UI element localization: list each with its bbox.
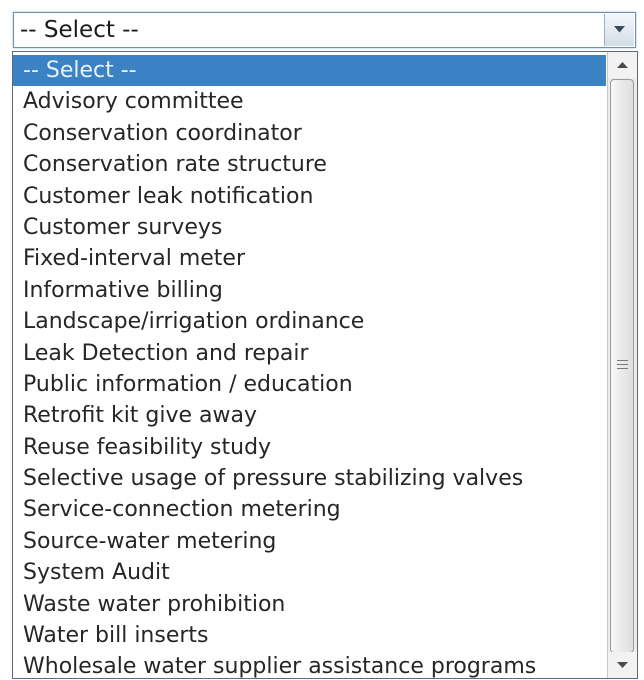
- select-current-value: -- Select --: [20, 17, 139, 43]
- arrow-down-icon: [617, 662, 628, 668]
- dropdown-option[interactable]: Public information / education: [13, 369, 606, 400]
- dropdown-option[interactable]: Fixed-interval meter: [13, 243, 606, 274]
- dropdown-option[interactable]: Advisory committee: [13, 86, 606, 117]
- grip-icon: [617, 360, 628, 372]
- arrow-up-icon: [617, 62, 628, 68]
- dropdown-option[interactable]: Customer leak notification: [13, 181, 606, 212]
- option-list: -- Select -- Advisory committee Conservati…: [13, 55, 606, 678]
- dropdown-option[interactable]: Customer surveys: [13, 212, 606, 243]
- dropdown-option[interactable]: Conservation coordinator: [13, 118, 606, 149]
- dropdown-option[interactable]: Source-water metering: [13, 526, 606, 557]
- select-arrow-button[interactable]: [604, 14, 634, 46]
- dropdown-list: -- Select -- Advisory committee Conservati…: [12, 51, 638, 679]
- dropdown-option[interactable]: Landscape/irrigation ordinance: [13, 306, 606, 337]
- dropdown-option[interactable]: Wholesale water supplier assistance prog…: [13, 651, 606, 678]
- dropdown-option[interactable]: Selective usage of pressure stabilizing …: [13, 463, 606, 494]
- dropdown-option[interactable]: Waste water prohibition: [13, 589, 606, 620]
- scroll-down-button[interactable]: [608, 652, 637, 678]
- scroll-thumb[interactable]: [610, 79, 634, 653]
- dropdown-option[interactable]: Retrofit kit give away: [13, 400, 606, 431]
- chevron-down-icon: [614, 26, 625, 33]
- dropdown-option[interactable]: -- Select --: [13, 55, 606, 87]
- select-dropdown[interactable]: -- Select --: [13, 12, 636, 48]
- scroll-up-button[interactable]: [608, 52, 637, 78]
- dropdown-option[interactable]: Reuse feasibility study: [13, 432, 606, 463]
- scrollbar[interactable]: [607, 52, 637, 678]
- dropdown-option[interactable]: System Audit: [13, 557, 606, 588]
- dropdown-option[interactable]: Informative billing: [13, 275, 606, 306]
- dropdown-option[interactable]: Water bill inserts: [13, 620, 606, 651]
- dropdown-option[interactable]: Leak Detection and repair: [13, 338, 606, 369]
- dropdown-option[interactable]: Service-connection metering: [13, 494, 606, 525]
- dropdown-option[interactable]: Conservation rate structure: [13, 149, 606, 180]
